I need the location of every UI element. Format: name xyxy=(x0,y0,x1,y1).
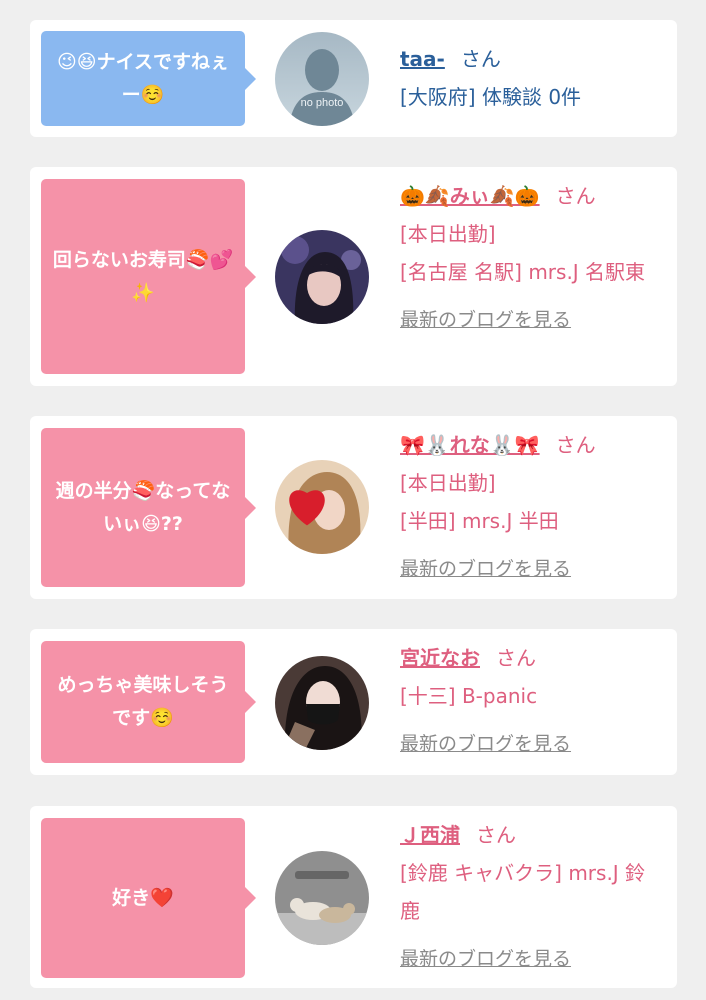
avatar[interactable]: no photo xyxy=(275,32,369,126)
work-status: [本日出勤] xyxy=(400,471,496,495)
cats-photo-icon xyxy=(275,851,369,945)
comment-card: 好き❤️ Ｊ西浦 さん [鈴鹿 キャバクラ] mrs.J 鈴鹿 最新のブログを見る xyxy=(30,806,677,988)
comment-bubble: 好き❤️ xyxy=(41,818,256,978)
woman-portrait-icon xyxy=(275,656,369,750)
avatar-caption: no photo xyxy=(301,97,344,109)
comment-text: 週の半分🍣なってないぃ😆?? xyxy=(55,479,231,535)
comment-card: めっちゃ美味しそうです☺️ 宮近なお さん [十三] B-panic 最新のブログ… xyxy=(30,629,677,775)
avatar[interactable] xyxy=(275,460,369,554)
user-info: 🎀🐰れな🐰🎀 さん [本日出勤] [半田] mrs.J 半田 最新のブログを見る xyxy=(400,426,662,588)
honorific: さん xyxy=(555,433,596,457)
comment-text: めっちゃ美味しそうです☺️ xyxy=(57,674,229,729)
user-detail: [半田] mrs.J 半田 xyxy=(400,509,559,533)
comment-bubble: 週の半分🍣なってないぃ😆?? xyxy=(41,428,256,587)
honorific: さん xyxy=(460,47,501,71)
comment-card: 😉😆ナイスですねぇー☺️ no photo taa- さん [大阪府] 体験談 … xyxy=(30,20,677,137)
work-status: [本日出勤] xyxy=(400,222,496,246)
comment-bubble: 😉😆ナイスですねぇー☺️ xyxy=(41,31,256,126)
avatar[interactable] xyxy=(275,851,369,945)
comment-list: 😉😆ナイスですねぇー☺️ no photo taa- さん [大阪府] 体験談 … xyxy=(0,0,706,1000)
latest-blog-link[interactable]: 最新のブログを見る xyxy=(400,940,571,978)
user-name-link[interactable]: 🎃🍂みぃ🍂🎃 xyxy=(400,184,540,208)
user-info: taa- さん [大阪府] 体験談 0件 xyxy=(400,40,662,116)
comment-bubble: 回らないお寿司🍣💕✨ xyxy=(41,179,256,374)
user-detail: [十三] B-panic xyxy=(400,684,538,708)
user-info: 🎃🍂みぃ🍂🎃 さん [本日出勤] [名古屋 名駅] mrs.J 名駅東 最新のブロ… xyxy=(400,177,662,339)
woman-portrait-icon xyxy=(275,230,369,324)
user-name-link[interactable]: taa- xyxy=(400,47,445,71)
user-info: 宮近なお さん [十三] B-panic 最新のブログを見る xyxy=(400,639,662,763)
comment-card: 週の半分🍣なってないぃ😆?? 🎀🐰れな🐰🎀 さん [本日出勤] [半田] mrs.… xyxy=(30,416,677,599)
avatar[interactable] xyxy=(275,656,369,750)
woman-portrait-icon xyxy=(275,460,369,554)
user-name-link[interactable]: 宮近なお xyxy=(400,646,480,670)
honorific: さん xyxy=(496,646,536,670)
no-photo-avatar-icon: no photo xyxy=(275,32,369,126)
user-name-link[interactable]: Ｊ西浦 xyxy=(400,823,460,847)
latest-blog-link[interactable]: 最新のブログを見る xyxy=(400,301,571,339)
comment-text: 回らないお寿司🍣💕✨ xyxy=(52,248,234,304)
honorific: さん xyxy=(476,823,516,847)
user-detail: [鈴鹿 キャバクラ] mrs.J 鈴鹿 xyxy=(400,861,646,923)
avatar[interactable] xyxy=(275,230,369,324)
comment-text: 😉😆ナイスですねぇー☺️ xyxy=(56,50,230,106)
user-name-link[interactable]: 🎀🐰れな🐰🎀 xyxy=(400,433,540,457)
comment-card: 回らないお寿司🍣💕✨ 🎃🍂みぃ🍂🎃 さん [本日出勤] [名古屋 名駅] mrs.… xyxy=(30,167,677,386)
user-detail: [名古屋 名駅] mrs.J 名駅東 xyxy=(400,260,646,284)
comment-bubble: めっちゃ美味しそうです☺️ xyxy=(41,641,256,763)
latest-blog-link[interactable]: 最新のブログを見る xyxy=(400,550,571,588)
latest-blog-link[interactable]: 最新のブログを見る xyxy=(400,725,571,763)
user-info: Ｊ西浦 さん [鈴鹿 キャバクラ] mrs.J 鈴鹿 最新のブログを見る xyxy=(400,816,662,978)
honorific: さん xyxy=(555,184,596,208)
comment-text: 好き❤️ xyxy=(112,886,174,909)
user-detail: [大阪府] 体験談 0件 xyxy=(400,85,582,109)
